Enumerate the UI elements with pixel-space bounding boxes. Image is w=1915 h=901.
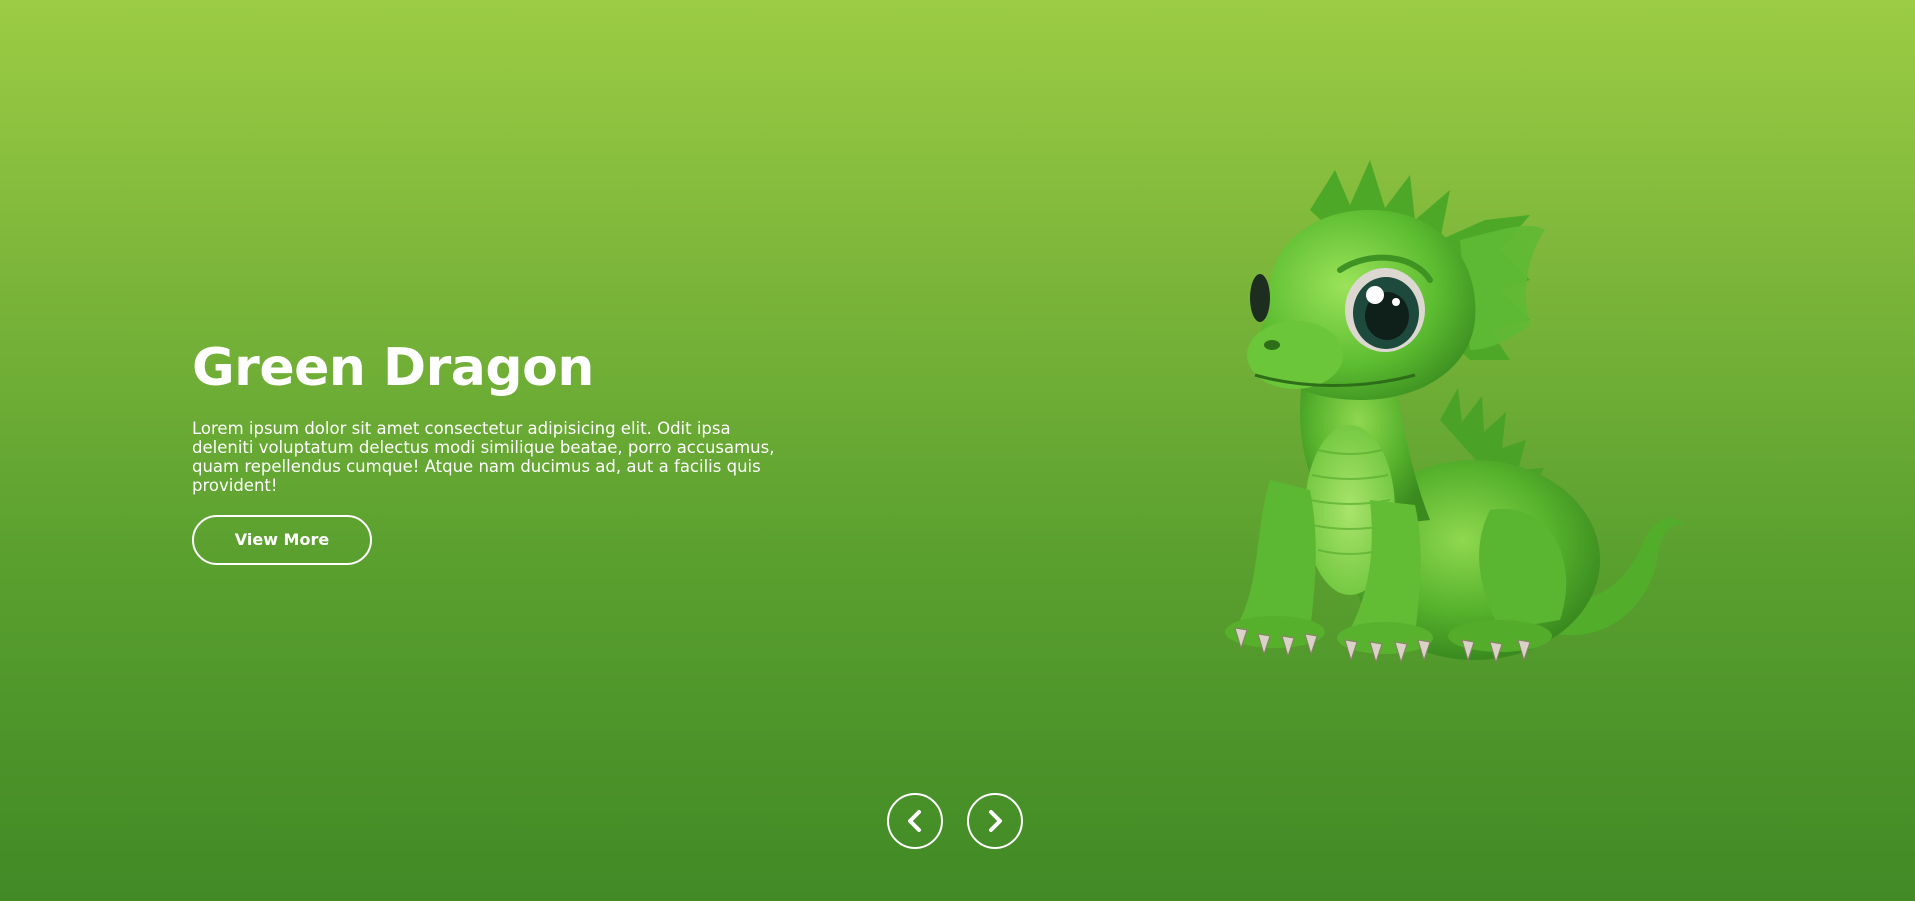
slider-navigation — [887, 793, 1023, 849]
view-more-button[interactable]: View More — [192, 515, 372, 566]
hero-slide: Green Dragon Lorem ipsum dolor sit amet … — [0, 0, 1915, 901]
green-dragon-illustration — [1225, 160, 1685, 664]
chevron-right-icon — [989, 810, 1002, 832]
slide-title: Green Dragon — [192, 338, 594, 398]
prev-slide-button[interactable] — [887, 793, 943, 849]
slide-content: Green Dragon Lorem ipsum dolor sit amet … — [192, 338, 792, 566]
slide-description: Lorem ipsum dolor sit amet consectetur a… — [192, 419, 775, 496]
next-slide-button[interactable] — [967, 793, 1023, 849]
chevron-left-icon — [908, 810, 921, 832]
